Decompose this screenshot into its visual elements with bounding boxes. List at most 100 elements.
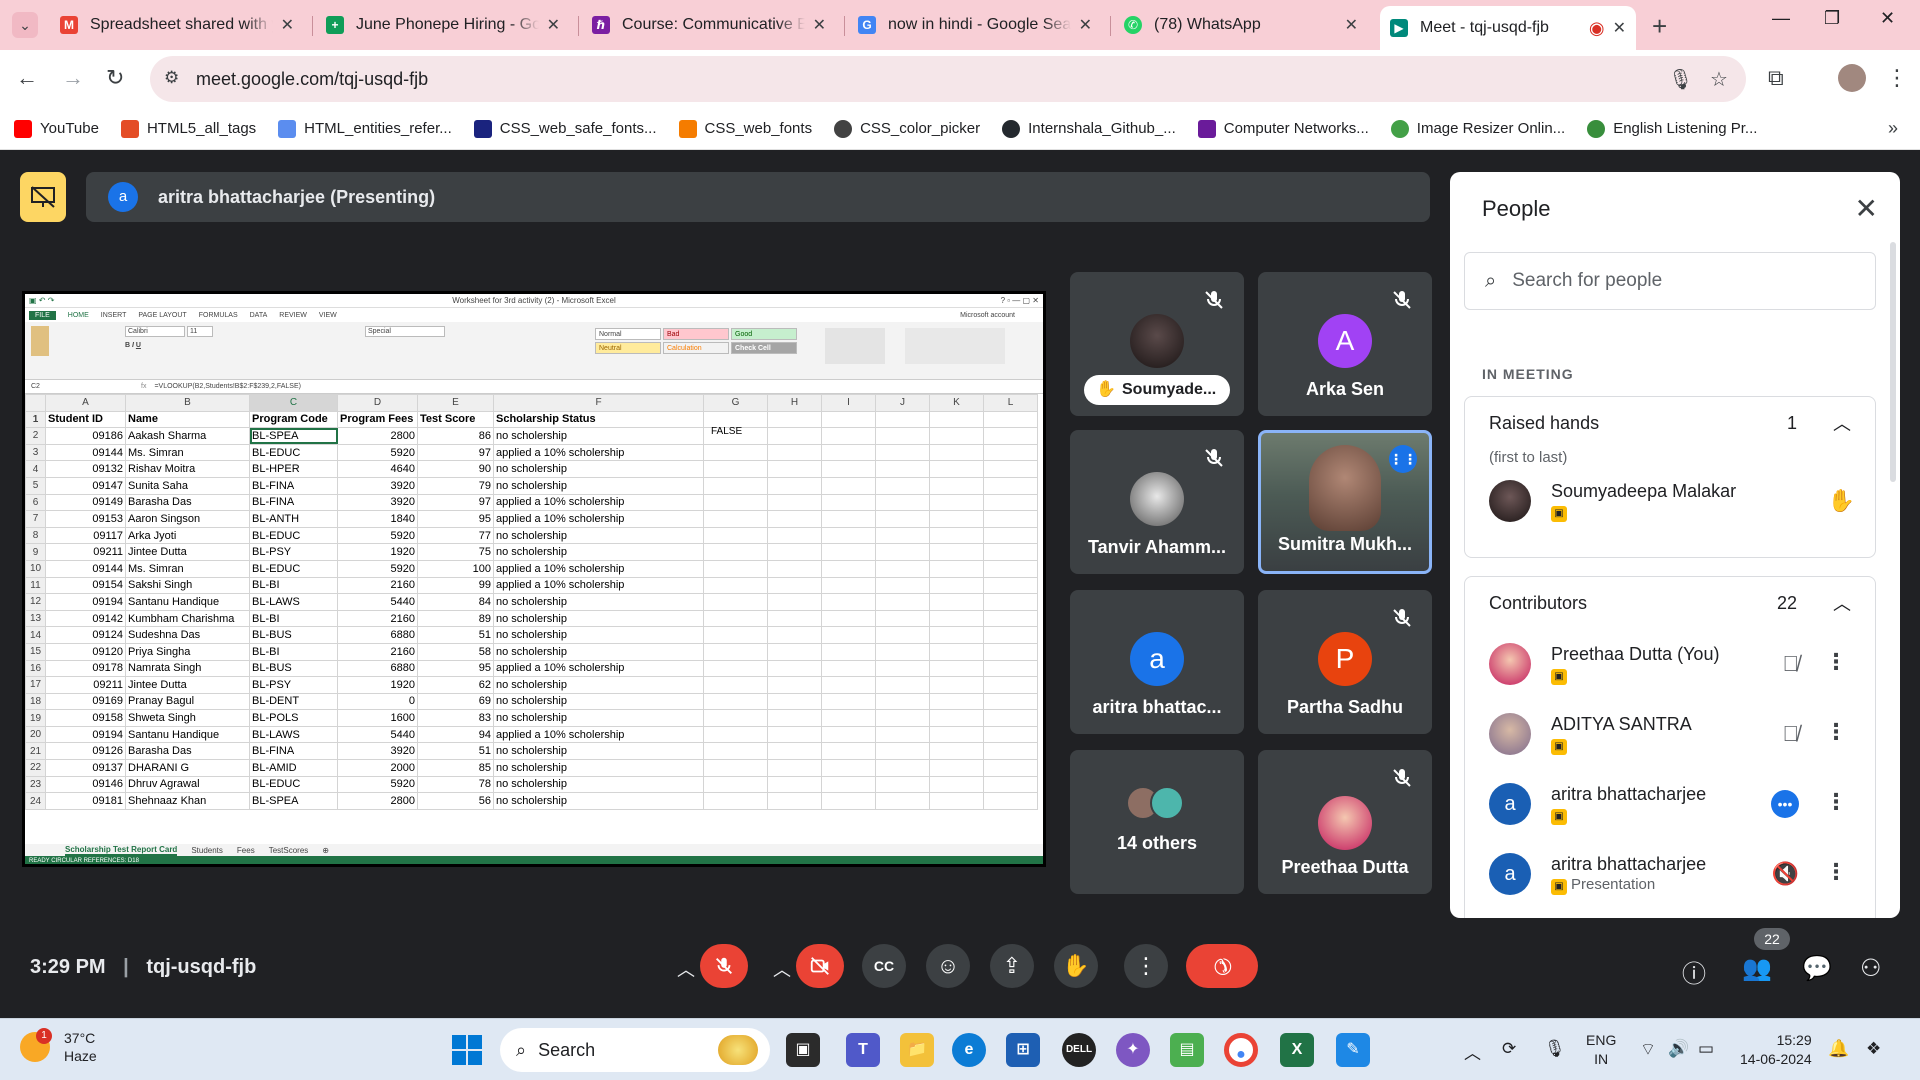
cell[interactable] bbox=[703, 526, 768, 545]
cell[interactable] bbox=[767, 792, 822, 810]
cell[interactable] bbox=[929, 559, 984, 578]
cell[interactable] bbox=[929, 526, 984, 545]
cell[interactable] bbox=[767, 609, 822, 628]
cell[interactable] bbox=[983, 742, 1038, 761]
cell[interactable] bbox=[983, 676, 1038, 694]
presentation-icon[interactable] bbox=[20, 172, 66, 222]
cell[interactable]: BL-EDUC bbox=[249, 443, 338, 462]
sync-icon[interactable]: ⟳ bbox=[1502, 1039, 1516, 1059]
font-format-buttons[interactable]: B I U bbox=[125, 342, 141, 349]
cell[interactable]: 09144 bbox=[45, 443, 126, 462]
cell[interactable] bbox=[929, 410, 984, 429]
cell[interactable] bbox=[983, 642, 1038, 661]
cell[interactable]: 2000 bbox=[337, 759, 418, 777]
row-header[interactable]: 14 bbox=[25, 626, 46, 644]
activities-icon[interactable]: ⚇ bbox=[1860, 954, 1882, 983]
cell[interactable] bbox=[821, 759, 876, 777]
cell[interactable] bbox=[929, 626, 984, 644]
bookmark-css-safe-fonts[interactable]: CSS_web_safe_fonts... bbox=[473, 119, 657, 138]
cell[interactable] bbox=[875, 626, 930, 644]
cell[interactable] bbox=[983, 427, 1038, 445]
cell[interactable]: 69 bbox=[417, 692, 494, 711]
cell[interactable]: 5920 bbox=[337, 559, 418, 578]
cell[interactable]: BL-BUS bbox=[249, 626, 338, 644]
cell[interactable]: Shweta Singh bbox=[125, 709, 250, 727]
paint-icon[interactable]: ✎ bbox=[1336, 1033, 1370, 1067]
cell[interactable] bbox=[821, 443, 876, 462]
reload-icon[interactable]: ↻ bbox=[106, 65, 124, 91]
excel-tab-insert[interactable]: INSERT bbox=[101, 312, 127, 319]
cell[interactable] bbox=[821, 576, 876, 595]
cell[interactable] bbox=[929, 659, 984, 678]
cell[interactable]: 75 bbox=[417, 543, 494, 561]
mic-off-icon[interactable]: 🎙̸ bbox=[1783, 651, 1800, 677]
name-box[interactable]: C2 bbox=[31, 380, 141, 393]
excel-tab-file[interactable]: FILE bbox=[29, 310, 56, 320]
cell[interactable]: BL-AMID bbox=[249, 759, 338, 777]
cell[interactable] bbox=[875, 792, 930, 810]
excel-tab-review[interactable]: REVIEW bbox=[279, 312, 307, 319]
style-bad[interactable]: Bad bbox=[663, 328, 729, 340]
cell[interactable] bbox=[875, 443, 930, 462]
tab-search-button[interactable]: ⌄ bbox=[12, 12, 38, 38]
cell[interactable] bbox=[703, 443, 768, 462]
cell[interactable]: no scholership bbox=[493, 775, 704, 794]
close-tab-icon[interactable]: ✕ bbox=[813, 15, 826, 35]
cell[interactable] bbox=[767, 460, 822, 478]
cell[interactable] bbox=[703, 626, 768, 644]
cell[interactable] bbox=[929, 460, 984, 478]
cell[interactable]: Sudeshna Das bbox=[125, 626, 250, 644]
cell[interactable]: BL-EDUC bbox=[249, 526, 338, 545]
cell[interactable]: no scholership bbox=[493, 759, 704, 777]
cell[interactable] bbox=[875, 559, 930, 578]
chevron-up-icon[interactable]: ︿ bbox=[1833, 590, 1851, 616]
bookmark-star-icon[interactable]: ☆ bbox=[1710, 67, 1728, 92]
participant-tile[interactable]: Preethaa Dutta bbox=[1258, 750, 1432, 894]
cell[interactable] bbox=[821, 676, 876, 694]
volume-icon[interactable]: 🔊 bbox=[1668, 1039, 1689, 1059]
bookmark-internshala-github[interactable]: Internshala_Github_... bbox=[1002, 119, 1176, 138]
row-header[interactable]: 21 bbox=[25, 742, 46, 761]
cell[interactable] bbox=[929, 543, 984, 561]
cell[interactable] bbox=[703, 543, 768, 561]
cell[interactable] bbox=[983, 526, 1038, 545]
column-header[interactable]: G bbox=[703, 394, 768, 412]
cell[interactable] bbox=[983, 692, 1038, 711]
cell[interactable] bbox=[703, 642, 768, 661]
cell[interactable] bbox=[703, 493, 768, 512]
cell[interactable]: no scholership bbox=[493, 676, 704, 694]
cell[interactable]: BL-PSY bbox=[249, 543, 338, 561]
cell[interactable] bbox=[875, 427, 930, 445]
cell[interactable]: no scholership bbox=[493, 626, 704, 644]
cell[interactable] bbox=[821, 626, 876, 644]
cell[interactable]: Jintee Dutta bbox=[125, 676, 250, 694]
cell[interactable] bbox=[767, 676, 822, 694]
cell[interactable] bbox=[767, 593, 822, 611]
cell[interactable] bbox=[983, 626, 1038, 644]
row-header[interactable]: 11 bbox=[25, 576, 46, 595]
browser-tab-google[interactable]: G now in hindi - Google Sear ✕ bbox=[848, 8, 1102, 42]
cell[interactable] bbox=[821, 460, 876, 478]
column-header[interactable]: C bbox=[249, 394, 338, 412]
cell[interactable]: Rishav Moitra bbox=[125, 460, 250, 478]
close-window-icon[interactable]: ✕ bbox=[1880, 8, 1895, 29]
cell[interactable]: BL-BI bbox=[249, 642, 338, 661]
cell[interactable] bbox=[983, 476, 1038, 495]
cell[interactable]: BL-LAWS bbox=[249, 725, 338, 744]
column-header[interactable]: I bbox=[821, 394, 876, 412]
style-neutral[interactable]: Neutral bbox=[595, 342, 661, 354]
cell[interactable]: 100 bbox=[417, 559, 494, 578]
cell[interactable] bbox=[929, 576, 984, 595]
cell[interactable] bbox=[703, 692, 768, 711]
people-icon[interactable]: 👥 bbox=[1742, 954, 1772, 983]
cell[interactable] bbox=[703, 510, 768, 528]
bookmark-html-entities[interactable]: HTML_entities_refer... bbox=[278, 119, 452, 138]
cell[interactable] bbox=[767, 692, 822, 711]
cell[interactable] bbox=[703, 593, 768, 611]
row-header[interactable]: 23 bbox=[25, 775, 46, 794]
cell[interactable]: Arka Jyoti bbox=[125, 526, 250, 545]
weather-widget[interactable]: 1 37°C Haze bbox=[20, 1028, 97, 1065]
cell[interactable] bbox=[929, 443, 984, 462]
cell[interactable]: 09142 bbox=[45, 609, 126, 628]
cell[interactable] bbox=[875, 576, 930, 595]
